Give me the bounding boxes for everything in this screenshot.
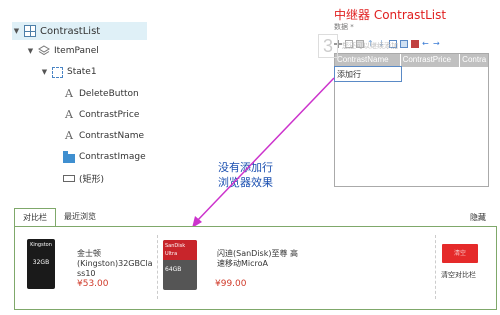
layers-icon xyxy=(38,45,50,57)
repeater-icon xyxy=(24,25,36,37)
expand-caret-icon[interactable]: ▼ xyxy=(26,47,35,55)
tree-node-label: State1 xyxy=(67,67,97,77)
card-brand-text: Kingston xyxy=(30,242,52,248)
repeater-title: 中继器 ContrastList xyxy=(334,8,447,22)
image-widget-icon xyxy=(63,151,75,163)
tree-node-label: DeleteButton xyxy=(79,89,139,99)
dataset-table: ContrastName ContrastPrice Contra 添加行 xyxy=(334,53,489,187)
move-right-icon[interactable]: → xyxy=(433,40,441,48)
tab-compare[interactable]: 对比栏 xyxy=(14,208,56,227)
product-name[interactable]: 闪迪(SanDisk)至尊 高速移动MicroA xyxy=(217,249,305,269)
card-size-text: 64GB xyxy=(165,266,182,273)
clear-compare-button[interactable]: 清空 xyxy=(442,244,478,263)
tree-node-label: (矩形) xyxy=(79,174,105,185)
compare-tabs: 对比栏 最近浏览 xyxy=(14,208,104,227)
rectangle-icon xyxy=(63,174,75,182)
tree-node-contrast-name[interactable]: A ContrastName xyxy=(60,127,144,145)
delete-column-icon[interactable] xyxy=(411,40,419,48)
product-name[interactable]: 金士顿(Kingston)32GBCla ss10 xyxy=(77,249,173,279)
tree-node-contrast-price[interactable]: A ContrastPrice xyxy=(60,106,139,124)
card-size-text: 32GB xyxy=(32,259,50,266)
dataset-row: 添加行 xyxy=(334,66,488,82)
card-model-text: Ultra xyxy=(165,251,178,257)
kingston-card-image: Kingston 32GB xyxy=(27,239,55,289)
product-price: ¥99.00 xyxy=(215,279,247,289)
move-left-icon[interactable]: ← xyxy=(422,40,430,48)
expand-caret-icon[interactable]: ▼ xyxy=(40,68,49,76)
tree-node-label: ContrastList xyxy=(40,25,101,37)
tree-node-label: ContrastName xyxy=(79,131,145,141)
tree-node-label: ItemPanel xyxy=(54,46,99,56)
tree-node-label: ContrastImage xyxy=(79,152,146,162)
expand-caret-icon[interactable]: ▼ xyxy=(12,27,21,35)
add-row-cell[interactable]: 添加行 xyxy=(334,66,402,82)
text-widget-icon: A xyxy=(65,87,73,100)
tree-node-state[interactable]: ▼ State1 xyxy=(40,63,97,81)
state-icon xyxy=(52,66,63,78)
dataset-header-row: ContrastName ContrastPrice Contra xyxy=(335,54,488,67)
empty-slot-text: 您还可以继续添加 xyxy=(342,42,398,50)
tree-node-rectangle[interactable]: (矩形) xyxy=(60,169,104,187)
tree-node-label: ContrastPrice xyxy=(79,110,140,120)
product-price: ¥53.00 xyxy=(77,279,109,289)
tree-node-delete-button[interactable]: A DeleteButton xyxy=(60,85,139,103)
dataset-label: 数据 * xyxy=(334,23,354,31)
annotation-line: 没有添加行 xyxy=(218,161,273,174)
compare-panel: Kingston 32GB 金士顿(Kingston)32GBCla ss10 … xyxy=(14,226,497,310)
tree-node-contrast-image[interactable]: ContrastImage xyxy=(60,148,146,166)
column-header[interactable]: ContrastPrice xyxy=(401,54,461,67)
text-widget-icon: A xyxy=(65,129,73,142)
tab-recent[interactable]: 最近浏览 xyxy=(56,208,104,227)
card-brand-text: SanDisk xyxy=(165,243,186,249)
annotation-note: 没有添加行 浏览器效果 xyxy=(218,160,273,190)
column-header[interactable]: ContrastName xyxy=(335,54,401,67)
text-widget-icon: A xyxy=(65,108,73,121)
sandisk-card-image: SanDisk Ultra 64GB xyxy=(163,240,197,290)
column-header[interactable]: Contra xyxy=(460,54,488,67)
empty-slot-number: 3 xyxy=(318,34,338,58)
slot-divider xyxy=(435,235,436,299)
slot-divider xyxy=(157,235,158,299)
clear-compare-label[interactable]: 清空对比栏 xyxy=(441,270,476,280)
annotation-line: 浏览器效果 xyxy=(218,176,273,189)
tree-node-root[interactable]: ▼ ContrastList xyxy=(12,22,147,40)
tree-node-panel[interactable]: ▼ ItemPanel xyxy=(26,42,99,60)
insert-column-right-icon[interactable] xyxy=(400,40,408,48)
hide-link[interactable]: 隐藏 xyxy=(470,212,486,223)
